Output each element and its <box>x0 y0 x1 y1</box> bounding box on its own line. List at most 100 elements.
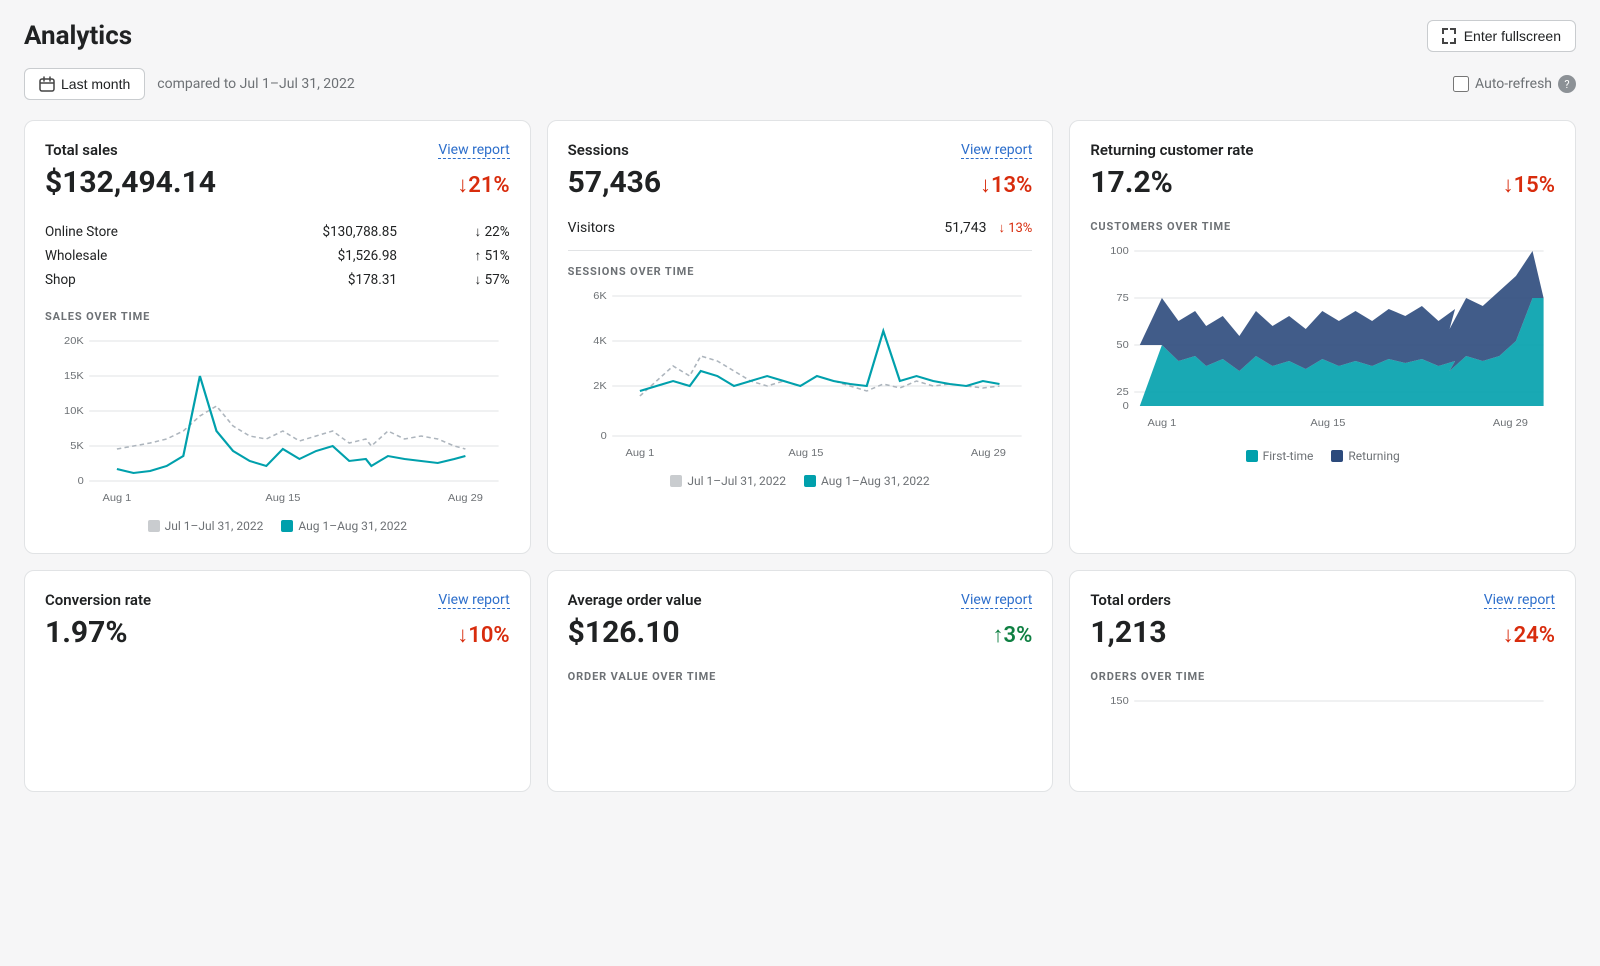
svg-text:5K: 5K <box>70 440 84 451</box>
returning-customer-title: Returning customer rate <box>1090 141 1253 159</box>
returning-customer-value: 17.2% <box>1090 165 1173 200</box>
avg-order-value: $126.10 <box>568 615 680 650</box>
total-orders-title: Total orders <box>1090 591 1171 609</box>
svg-text:Aug 1: Aug 1 <box>625 447 654 458</box>
sessions-value: 57,436 <box>568 165 661 200</box>
table-row: Shop $178.31 ↓ 57% <box>45 268 510 292</box>
legend-dot-prev <box>148 520 160 532</box>
visitors-label: Visitors <box>568 220 615 236</box>
legend-item-prev: Jul 1–Jul 31, 2022 <box>148 519 264 533</box>
avg-order-view-report[interactable]: View report <box>961 592 1032 609</box>
returning-customer-pct: 15% <box>1503 172 1555 198</box>
avg-order-title: Average order value <box>568 591 702 609</box>
sessions-legend-dot-prev <box>670 475 682 487</box>
orders-chart: 150 <box>1090 691 1555 771</box>
breakdown-label: Wholesale <box>45 244 219 268</box>
sales-chart: 20K 15K 10K 5K 0 Aug 1 Aug 15 Aug 29 <box>45 331 510 511</box>
table-row: Wholesale $1,526.98 ↑ 51% <box>45 244 510 268</box>
legend-label-curr: Aug 1–Aug 31, 2022 <box>298 519 407 533</box>
svg-text:Aug 29: Aug 29 <box>1493 417 1528 428</box>
svg-text:25: 25 <box>1117 386 1129 397</box>
sales-breakdown-table: Online Store $130,788.85 ↓ 22% Wholesale… <box>45 220 510 292</box>
sessions-legend-label-curr: Aug 1–Aug 31, 2022 <box>821 474 930 488</box>
total-orders-value: 1,213 <box>1090 615 1166 650</box>
conversion-rate-pct: 10% <box>457 622 509 648</box>
sessions-chart-label: SESSIONS OVER TIME <box>568 265 1033 278</box>
table-row: Online Store $130,788.85 ↓ 22% <box>45 220 510 244</box>
legend-dot-curr <box>281 520 293 532</box>
help-icon[interactable]: ? <box>1558 75 1576 93</box>
customers-legend-label-firsttime: First-time <box>1263 449 1314 463</box>
customers-legend-label-returning: Returning <box>1348 449 1399 463</box>
customers-chart-legend: First-time Returning <box>1090 449 1555 463</box>
svg-text:100: 100 <box>1111 245 1130 256</box>
returning-customer-card: Returning customer rate 17.2% 15% CUSTOM… <box>1069 120 1576 554</box>
page-title: Analytics <box>24 21 132 51</box>
svg-text:6K: 6K <box>593 290 607 301</box>
fullscreen-button[interactable]: Enter fullscreen <box>1427 20 1576 52</box>
sales-chart-label: SALES OVER TIME <box>45 310 510 323</box>
date-range-label: Last month <box>61 76 130 92</box>
conversion-rate-view-report[interactable]: View report <box>438 592 509 609</box>
auto-refresh-checkbox[interactable] <box>1453 76 1469 92</box>
sales-chart-legend: Jul 1–Jul 31, 2022 Aug 1–Aug 31, 2022 <box>45 519 510 533</box>
conversion-rate-value: 1.97% <box>45 615 128 650</box>
svg-text:Aug 1: Aug 1 <box>1148 417 1177 428</box>
svg-text:Aug 1: Aug 1 <box>102 492 131 503</box>
total-sales-card: Total sales View report $132,494.14 21% … <box>24 120 531 554</box>
svg-text:Aug 15: Aug 15 <box>1311 417 1346 428</box>
breakdown-value: $178.31 <box>219 268 397 292</box>
avg-order-chart-label: ORDER VALUE OVER TIME <box>568 670 1033 683</box>
breakdown-pct: ↓ 57% <box>397 268 510 292</box>
customers-legend-dot-firsttime <box>1246 450 1258 462</box>
sessions-legend-prev: Jul 1–Jul 31, 2022 <box>670 474 786 488</box>
svg-text:Aug 15: Aug 15 <box>788 447 823 458</box>
svg-text:15K: 15K <box>64 370 84 381</box>
date-range-button[interactable]: Last month <box>24 68 145 100</box>
total-sales-pct: 21% <box>457 172 509 198</box>
conversion-rate-card: Conversion rate View report 1.97% 10% <box>24 570 531 792</box>
total-orders-view-report[interactable]: View report <box>1484 592 1555 609</box>
sessions-title: Sessions <box>568 141 629 159</box>
sessions-legend-dot-curr <box>804 475 816 487</box>
breakdown-value: $1,526.98 <box>219 244 397 268</box>
breakdown-pct: ↑ 51% <box>397 244 510 268</box>
breakdown-label: Online Store <box>45 220 219 244</box>
sessions-view-report[interactable]: View report <box>961 142 1032 159</box>
auto-refresh-label: Auto-refresh <box>1475 76 1552 92</box>
visitors-pct: ↓ 13% <box>998 220 1032 236</box>
auto-refresh-container: Auto-refresh ? <box>1453 75 1576 93</box>
visitors-value: 51,743 <box>944 220 986 236</box>
total-sales-value: $132,494.14 <box>45 165 216 200</box>
svg-text:20K: 20K <box>64 335 84 346</box>
svg-text:Aug 29: Aug 29 <box>448 492 483 503</box>
fullscreen-label: Enter fullscreen <box>1464 28 1561 44</box>
avg-order-card: Average order value View report $126.10 … <box>547 570 1054 792</box>
avg-order-pct: 3% <box>993 622 1033 648</box>
sessions-chart: 6K 4K 2K 0 Aug 1 Aug 15 Aug 29 <box>568 286 1033 466</box>
svg-text:150: 150 <box>1111 695 1130 706</box>
legend-item-curr: Aug 1–Aug 31, 2022 <box>281 519 407 533</box>
breakdown-pct: ↓ 22% <box>397 220 510 244</box>
customers-chart-label: CUSTOMERS OVER TIME <box>1090 220 1555 233</box>
customers-legend-firsttime: First-time <box>1246 449 1314 463</box>
orders-chart-label: ORDERS OVER TIME <box>1090 670 1555 683</box>
breakdown-value: $130,788.85 <box>219 220 397 244</box>
svg-text:75: 75 <box>1117 292 1129 303</box>
sessions-card: Sessions View report 57,436 13% Visitors… <box>547 120 1054 554</box>
conversion-rate-title: Conversion rate <box>45 591 151 609</box>
legend-label-prev: Jul 1–Jul 31, 2022 <box>165 519 264 533</box>
sessions-legend-curr: Aug 1–Aug 31, 2022 <box>804 474 930 488</box>
svg-text:2K: 2K <box>593 380 607 391</box>
sessions-legend-label-prev: Jul 1–Jul 31, 2022 <box>687 474 786 488</box>
customers-chart: 100 75 50 25 0 Aug 1 Aug 15 Aug 29 <box>1090 241 1555 441</box>
svg-text:0: 0 <box>78 475 84 486</box>
calendar-icon <box>39 76 55 92</box>
total-sales-view-report[interactable]: View report <box>438 142 509 159</box>
svg-text:0: 0 <box>1123 400 1129 411</box>
total-orders-card: Total orders View report 1,213 24% ORDER… <box>1069 570 1576 792</box>
customers-legend-dot-returning <box>1331 450 1343 462</box>
total-orders-pct: 24% <box>1503 622 1555 648</box>
svg-text:4K: 4K <box>593 335 607 346</box>
breakdown-label: Shop <box>45 268 219 292</box>
